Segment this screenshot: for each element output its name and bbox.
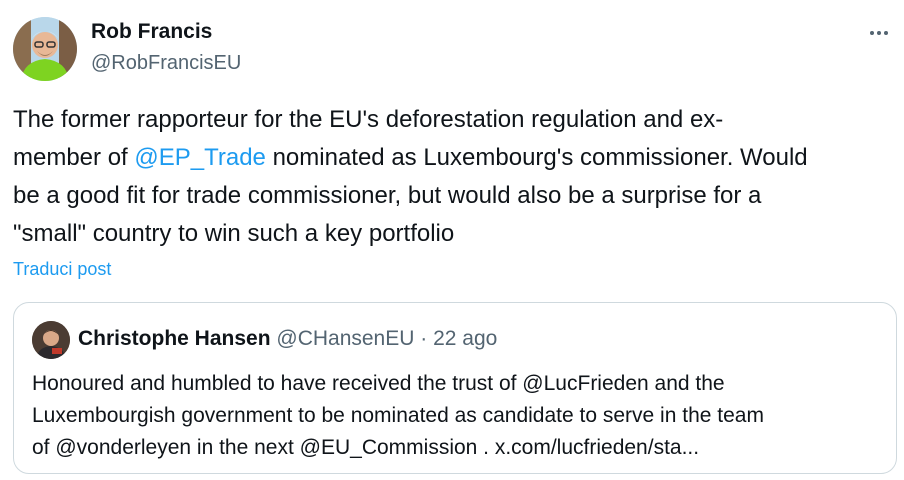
tweet-text: The former rapporteur for the EU's defor…: [13, 101, 893, 253]
quoted-tweet-card[interactable]: Christophe Hansen @CHansenEU · 22 ago Ho…: [13, 302, 897, 474]
translate-post-link[interactable]: Traduci post: [13, 259, 111, 280]
quoted-text-line: Honoured and humbled to have received th…: [32, 372, 725, 395]
quoted-tweet-time[interactable]: 22 ago: [433, 327, 497, 350]
tweet-text-segment: nominated as Luxembourg's commissioner. …: [265, 144, 808, 171]
quoted-author-avatar[interactable]: [32, 321, 70, 359]
quoted-author-handle[interactable]: @CHansenEU: [276, 327, 414, 350]
quoted-author-name[interactable]: Christophe Hansen: [78, 327, 271, 350]
tweet-text-line: be a good fit for trade commissioner, bu…: [13, 182, 762, 209]
author-name[interactable]: Rob Francis: [91, 20, 212, 44]
quoted-text-line: of @vonderleyen in the next @EU_Commissi…: [32, 436, 700, 459]
quoted-tweet-header: Christophe Hansen @CHansenEU · 22 ago: [78, 327, 497, 351]
author-avatar-image: [13, 17, 77, 81]
mention-link-ep-trade[interactable]: @EP_Trade: [134, 144, 266, 171]
quoted-text-line: Luxembourgish government to be nominated…: [32, 404, 764, 427]
author-avatar[interactable]: [13, 17, 77, 81]
more-horizontal-icon: [870, 31, 888, 35]
tweet-text-line: The former rapporteur for the EU's defor…: [13, 106, 724, 133]
tweet-text-line: "small" country to win such a key portfo…: [13, 220, 455, 247]
quoted-tweet-text: Honoured and humbled to have received th…: [32, 368, 892, 464]
author-handle[interactable]: @RobFrancisEU: [91, 52, 241, 75]
quoted-author-avatar-image: [32, 321, 70, 359]
tweet-text-line: member of @EP_Trade nominated as Luxembo…: [13, 139, 893, 177]
tweet-text-segment: member of: [13, 144, 135, 171]
more-options-button[interactable]: [862, 18, 896, 48]
meta-separator: ·: [414, 327, 434, 350]
